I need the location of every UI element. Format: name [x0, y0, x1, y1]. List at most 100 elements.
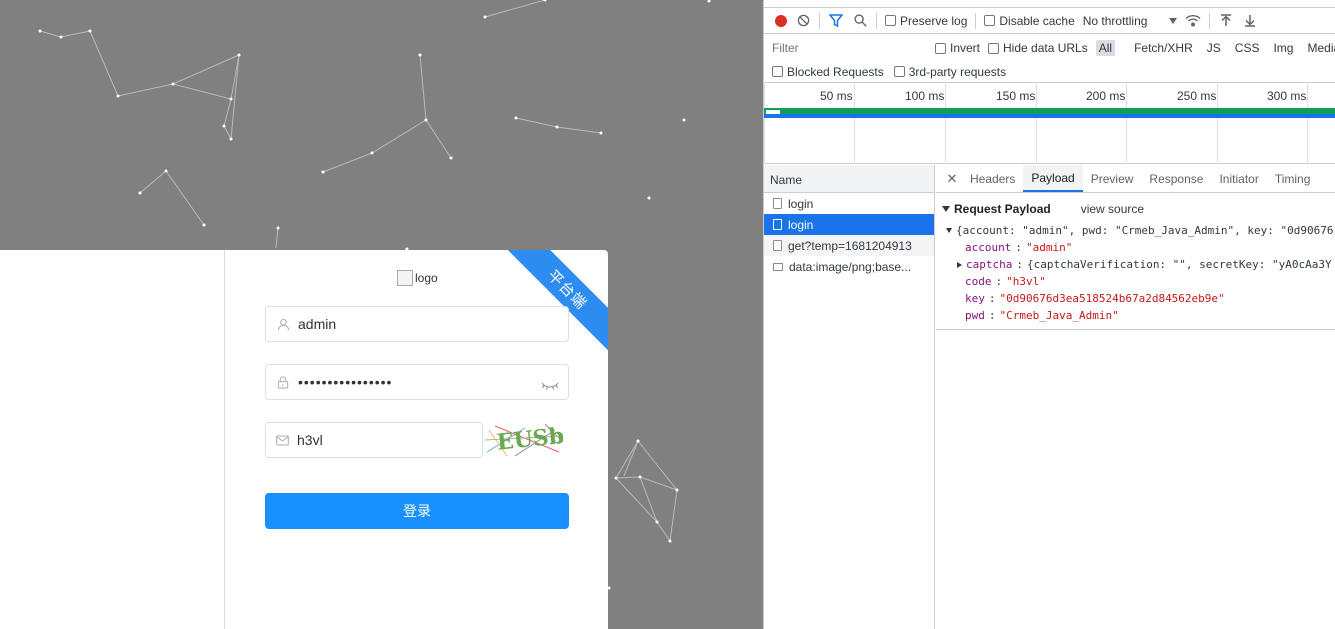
checkbox-box[interactable] [885, 15, 896, 26]
login-page: logo 平台端 admin •••••••••••••••• h3vl EUS… [0, 0, 763, 629]
tab-payload[interactable]: Payload [1023, 165, 1083, 192]
request-options-bar: Blocked Requests 3rd-party requests [764, 61, 1335, 83]
login-button[interactable]: 登录 [265, 493, 569, 529]
search-icon[interactable] [852, 13, 868, 29]
request-detail-pane: ✕ Headers Payload Preview Response Initi… [936, 165, 1335, 629]
dropdown-arrow-icon [1169, 17, 1178, 24]
filter-icon[interactable] [828, 13, 844, 29]
field-value: "h3vl" [1006, 275, 1046, 288]
tab-timing[interactable]: Timing [1267, 165, 1319, 192]
expand-arrow-icon[interactable] [946, 228, 952, 233]
checkbox-box[interactable] [893, 66, 905, 77]
platform-ribbon: 平台端 [497, 250, 608, 360]
expand-arrow-icon[interactable] [942, 206, 950, 212]
tab-preview[interactable]: Preview [1083, 165, 1142, 192]
payload-field-row: code: "h3vl" [965, 275, 1046, 288]
section-title: Request Payload [954, 202, 1051, 216]
disable-cache-checkbox[interactable]: Disable cache [984, 13, 1075, 28]
field-key: captcha [966, 258, 1013, 271]
disable-cache-label: Disable cache [999, 13, 1075, 28]
request-payload-section[interactable]: Request Payload view source [942, 201, 1335, 217]
import-har-icon[interactable] [1218, 13, 1234, 29]
timeline-gridline [1307, 84, 1308, 164]
type-filter-js[interactable]: JS [1204, 40, 1224, 56]
password-field[interactable] [265, 364, 569, 400]
type-filter-media[interactable]: Media [1304, 40, 1335, 56]
preserve-log-checkbox[interactable]: Preserve log [885, 14, 967, 28]
request-name: login [788, 217, 814, 232]
network-toolbar: Preserve log Disable cache No throttling [764, 7, 1335, 34]
preserve-log-label: Preserve log [900, 13, 968, 28]
logo-image: logo [397, 270, 438, 286]
payload-field-row: pwd: "Crmeb_Java_Admin" [965, 309, 1119, 322]
payload-summary-row[interactable]: {account: "admin", pwd: "Crmeb_Java_Admi… [942, 222, 1335, 239]
tab-headers[interactable]: Headers [962, 165, 1023, 192]
eye-closed-icon[interactable] [541, 379, 559, 391]
hide-data-urls-checkbox[interactable]: Hide data URLs [988, 41, 1088, 55]
checkbox-box[interactable] [935, 42, 946, 54]
broken-image-icon [397, 270, 413, 286]
white-panel [0, 250, 224, 629]
third-party-checkbox[interactable]: 3rd-party requests [893, 64, 1007, 79]
clear-icon[interactable] [795, 13, 811, 29]
request-row[interactable]: login [764, 193, 934, 214]
timeline-tick-label: 150 ms [996, 89, 1036, 103]
third-party-label: 3rd-party requests [908, 64, 1007, 79]
timeline-gridline [1126, 84, 1127, 164]
image-icon [773, 262, 783, 271]
network-timeline[interactable]: 50 ms 100 ms 150 ms 200 ms 250 ms 300 ms [764, 84, 1335, 164]
toolbar-separator [1209, 12, 1211, 29]
request-row[interactable]: data:image/png;base... [764, 256, 934, 277]
captcha-code-field[interactable] [265, 422, 483, 458]
document-icon [773, 219, 782, 230]
toolbar-separator [975, 12, 977, 29]
filter-bar: Invert Hide data URLs All Fetch/XHR JS C… [764, 35, 1335, 61]
checkbox-box[interactable] [772, 66, 783, 77]
blocked-requests-label: Blocked Requests [787, 64, 884, 79]
devtools-network-panel: Preserve log Disable cache No throttling… [763, 0, 1335, 629]
timeline-tick-label: 300 ms [1267, 89, 1307, 103]
type-filter-all[interactable]: All [1095, 40, 1116, 56]
throttling-select[interactable]: No throttling [1083, 14, 1178, 28]
export-har-icon[interactable] [1242, 13, 1258, 29]
type-filter-fetch-xhr[interactable]: Fetch/XHR [1131, 40, 1196, 56]
field-value: "0d90676d3ea518524b67a2d84562eb9e" [999, 292, 1225, 305]
tab-initiator[interactable]: Initiator [1211, 165, 1266, 192]
type-filter-css[interactable]: CSS [1232, 40, 1263, 56]
type-filter-img[interactable]: Img [1270, 40, 1296, 56]
checkbox-box[interactable] [984, 15, 996, 26]
payload-field-row[interactable]: captcha: {captchaVerification: "", secre… [942, 256, 1335, 273]
expand-arrow-icon[interactable] [957, 261, 962, 268]
document-icon [773, 240, 782, 251]
user-icon [276, 317, 290, 331]
close-icon[interactable]: ✕ [942, 165, 962, 192]
timeline-bar-download [764, 114, 1335, 118]
timeline-tick-label: 50 ms [820, 89, 853, 103]
invert-checkbox[interactable]: Invert [935, 41, 980, 55]
field-value: {captchaVerification: "", secretKey: "yA… [1026, 258, 1332, 271]
timeline-tick-label: 100 ms [905, 89, 945, 103]
request-row-selected[interactable]: login [764, 214, 934, 235]
request-row[interactable]: get?temp=1681204913 [764, 235, 934, 256]
timeline-tick-label: 200 ms [1086, 89, 1126, 103]
blocked-requests-checkbox[interactable]: Blocked Requests [772, 65, 884, 79]
captcha-image[interactable]: EUSb [485, 422, 565, 458]
account-field[interactable] [265, 306, 569, 342]
timeline-gridline [1036, 84, 1037, 164]
name-column-header[interactable]: Name [764, 165, 934, 193]
network-conditions-icon[interactable] [1185, 13, 1201, 29]
payload-view: Request Payload view source {account: "a… [936, 193, 1335, 324]
tab-response[interactable]: Response [1141, 165, 1211, 192]
password-input[interactable] [298, 374, 518, 390]
toolbar-separator [876, 12, 877, 29]
captcha-code-input[interactable] [297, 432, 482, 448]
view-source-link[interactable]: view source [1081, 202, 1144, 216]
logo-alt-text: logo [415, 271, 438, 285]
account-input[interactable] [298, 316, 518, 332]
hide-data-urls-label: Hide data URLs [1003, 41, 1088, 55]
checkbox-box[interactable] [988, 42, 1000, 54]
lock-icon [276, 375, 290, 389]
record-icon[interactable] [775, 14, 787, 27]
filter-input[interactable] [770, 39, 927, 57]
toolbar-separator [819, 12, 820, 29]
